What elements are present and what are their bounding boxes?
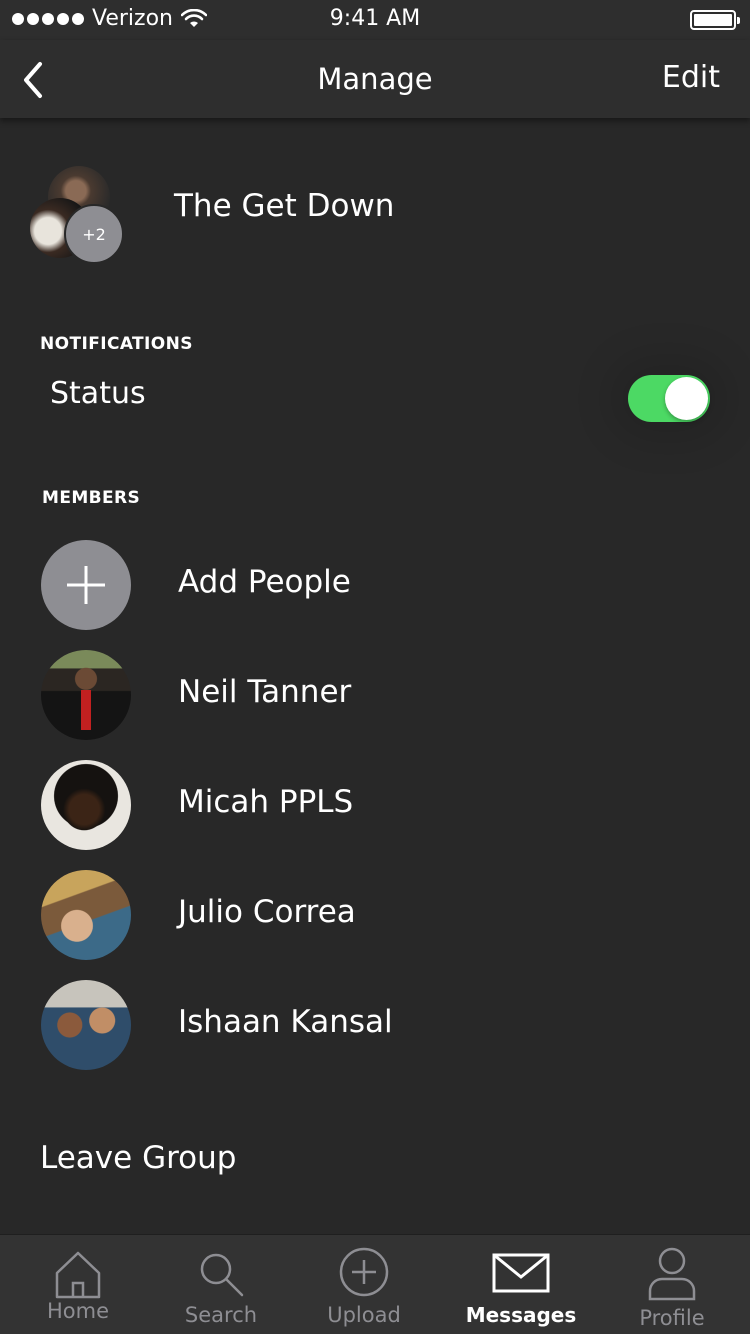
member-row[interactable]: Micah PPLS (0, 760, 750, 852)
avatar (41, 980, 131, 1070)
member-name: Julio Correa (178, 894, 356, 930)
search-icon (200, 1253, 244, 1297)
group-name[interactable]: The Get Down (174, 188, 394, 224)
tab-search-label: Search (184, 1303, 258, 1327)
upload-plus-icon (339, 1247, 389, 1297)
notifications-section-label: NOTIFICATIONS (40, 334, 193, 354)
home-icon (55, 1251, 101, 1299)
avatar (41, 870, 131, 960)
avatar (41, 760, 131, 850)
tab-profile-label: Profile (639, 1306, 705, 1330)
tab-bar: Home Search Upload Messages Profile (0, 1234, 750, 1334)
status-toggle[interactable] (628, 375, 710, 422)
group-avatar[interactable]: +2 (30, 166, 130, 266)
member-name: Ishaan Kansal (178, 1004, 393, 1040)
tab-messages[interactable]: Messages (446, 1235, 596, 1334)
toggle-knob (665, 377, 708, 420)
tab-search[interactable]: Search (146, 1235, 296, 1334)
leave-group-button[interactable]: Leave Group (40, 1140, 236, 1176)
member-name: Neil Tanner (178, 674, 352, 710)
navigation-bar: Manage Edit (0, 40, 750, 118)
status-time: 9:41 AM (329, 6, 421, 31)
tab-upload[interactable]: Upload (289, 1235, 439, 1334)
member-row[interactable]: Julio Correa (0, 870, 750, 962)
tab-home-label: Home (46, 1299, 109, 1323)
extra-members-badge: +2 (64, 204, 124, 264)
status-label: Status (50, 376, 146, 411)
member-row[interactable]: Ishaan Kansal (0, 980, 750, 1072)
tab-upload-label: Upload (327, 1303, 401, 1327)
tab-profile[interactable]: Profile (597, 1235, 747, 1334)
envelope-icon (492, 1253, 550, 1293)
page-title: Manage (317, 62, 433, 96)
tab-home[interactable]: Home (3, 1235, 153, 1334)
add-people-label: Add People (178, 564, 351, 600)
members-section-label: MEMBERS (42, 488, 141, 508)
plus-icon (67, 566, 105, 604)
avatar (41, 650, 131, 740)
member-row[interactable]: Neil Tanner (0, 650, 750, 742)
tab-messages-label: Messages (465, 1303, 577, 1327)
status-bar: Verizon 9:41 AM (0, 0, 750, 40)
add-people-avatar (41, 540, 131, 630)
add-people-button[interactable]: Add People (0, 540, 750, 632)
group-header: +2 The Get Down (0, 160, 750, 270)
profile-icon (648, 1247, 696, 1301)
member-name: Micah PPLS (178, 784, 354, 820)
battery-icon (690, 10, 740, 30)
edit-button[interactable]: Edit (662, 60, 720, 95)
